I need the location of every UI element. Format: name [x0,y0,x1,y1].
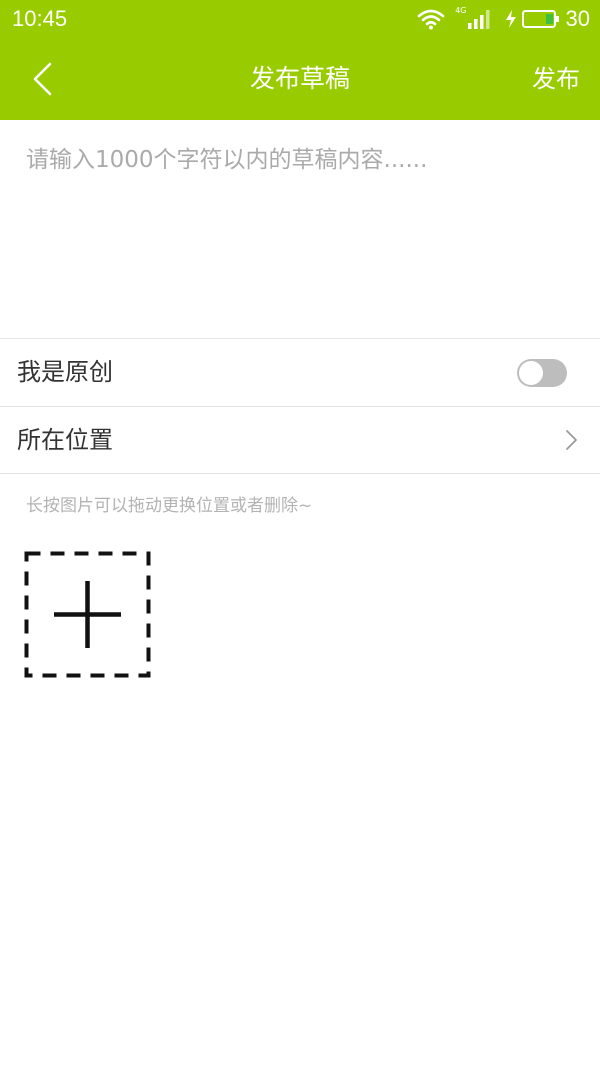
plus-icon [24,551,151,678]
signal-icon [467,10,490,29]
location-row[interactable]: 所在位置 [0,406,600,474]
toggle-knob [519,361,543,385]
wifi-icon [417,9,445,30]
draft-publish-screen: 10:45 4G 30 发布草稿 发布 请输入1000个字符以内的草稿内容...… [0,0,600,1067]
page-title: 发布草稿 [249,64,350,93]
original-row: 我是原创 [0,338,600,405]
charging-icon [505,10,516,28]
network-type-label: 4G [455,6,467,15]
publish-button[interactable]: 发布 [532,38,580,120]
draft-content-input[interactable] [0,120,600,338]
status-icons: 4G 30 [417,5,590,33]
title-bar: 发布草稿 发布 [0,38,600,120]
image-hint: 长按图片可以拖动更换位置或者删除~ [26,496,313,516]
chevron-right-icon [566,430,577,450]
location-label: 所在位置 [17,426,113,454]
battery-level: 30 [565,6,590,31]
battery-icon [521,10,559,28]
original-toggle[interactable] [517,359,567,387]
add-image-button[interactable] [24,551,151,678]
status-bar: 10:45 4G 30 [0,0,600,38]
status-time: 10:45 [12,6,68,31]
original-label: 我是原创 [17,358,113,386]
draft-content-area [0,120,600,338]
